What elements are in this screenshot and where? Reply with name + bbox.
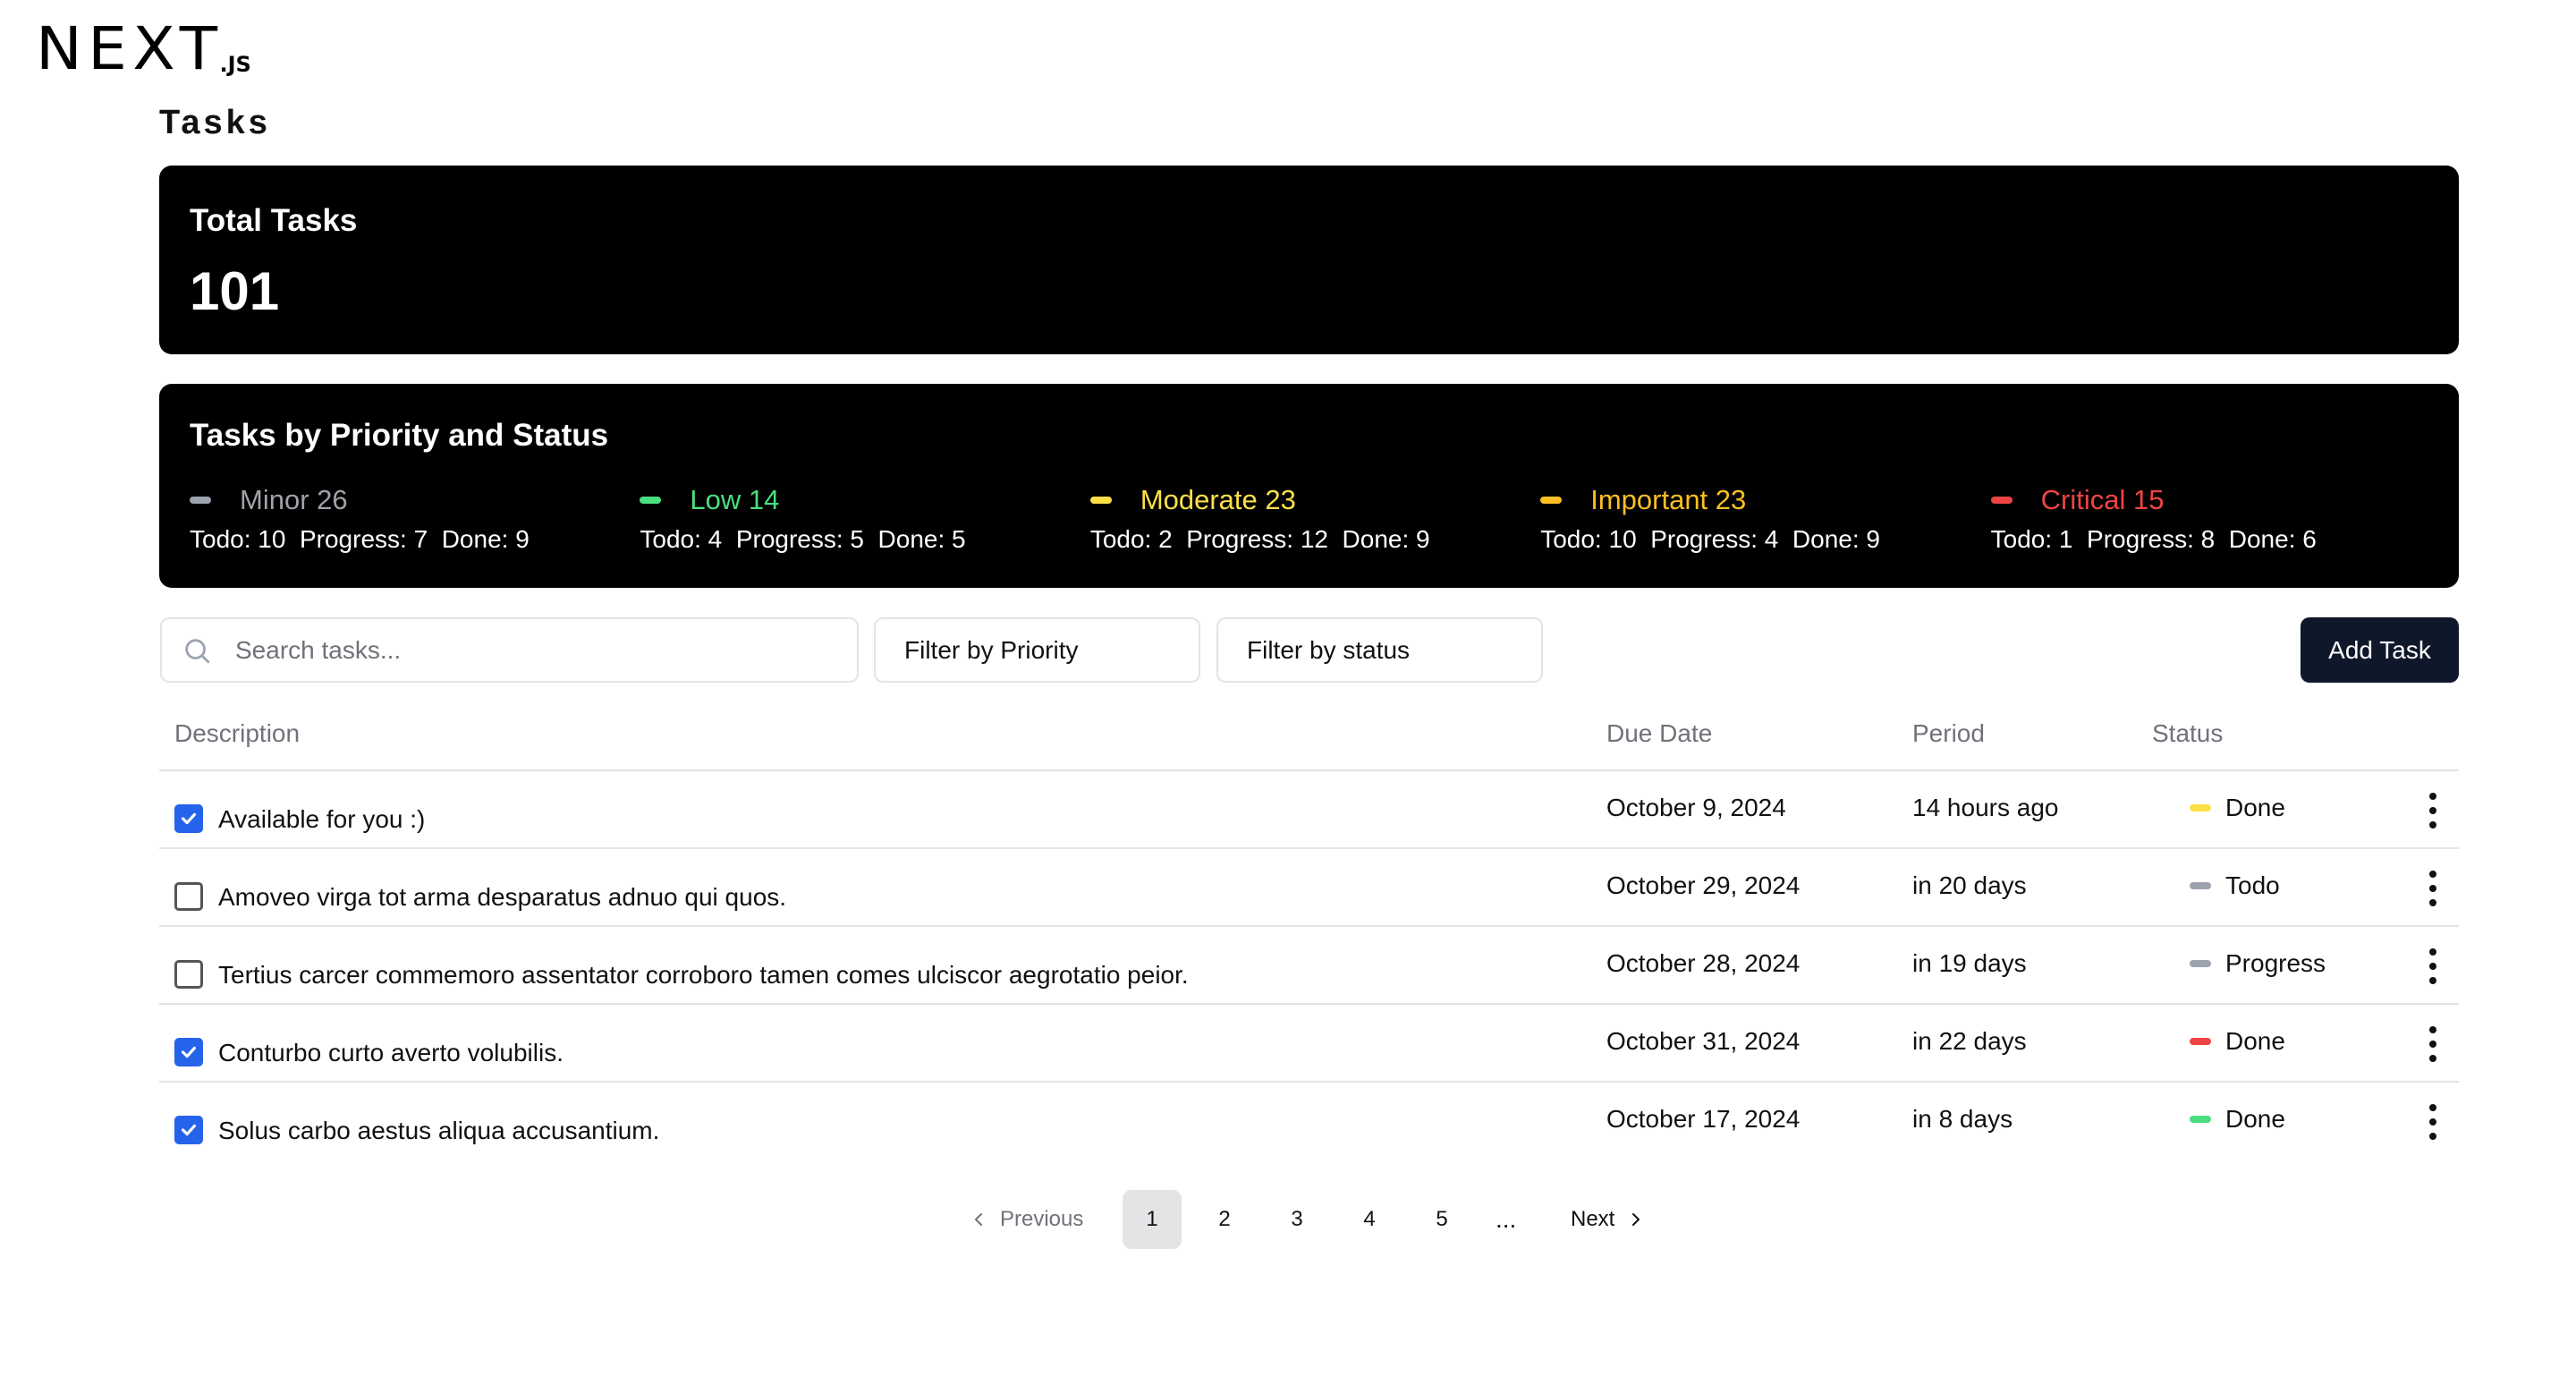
priority-stats: Todo: 10 Progress: 7 Done: 9 xyxy=(190,525,530,553)
search-box[interactable] xyxy=(160,617,859,683)
priority-important: Important 23 Todo: 10 Progress: 4 Done: … xyxy=(1540,480,1990,554)
column-header-due-date[interactable]: Due Date xyxy=(1606,719,1712,748)
task-status: Done xyxy=(2190,1105,2285,1134)
task-description: Tertius carcer commemoro assentator corr… xyxy=(218,961,1189,989)
task-status: Todo xyxy=(2190,871,2280,900)
row-checkbox[interactable] xyxy=(174,882,203,911)
priority-dash-icon xyxy=(2190,804,2211,811)
priority-critical: Critical 15 Todo: 1 Progress: 8 Done: 6 xyxy=(1990,480,2441,554)
check-icon xyxy=(181,1046,197,1058)
priority-dash-icon xyxy=(640,497,662,504)
priority-dash-icon xyxy=(1540,497,1563,504)
priority-label: Low 14 xyxy=(690,484,780,515)
task-period: in 8 days xyxy=(1912,1105,2013,1133)
task-status-label: Done xyxy=(2225,794,2285,821)
task-description: Amoveo virga tot arma desparatus adnuo q… xyxy=(218,883,787,911)
row-actions-menu-icon[interactable] xyxy=(2422,867,2444,910)
task-status-label: Done xyxy=(2225,1027,2285,1055)
search-icon xyxy=(185,638,210,663)
priority-dash-icon xyxy=(1990,497,2012,504)
task-due-date: October 31, 2024 xyxy=(1606,1027,1801,1055)
chevron-left-icon xyxy=(975,1213,982,1226)
total-tasks-value: 101 xyxy=(190,261,280,321)
row-checkbox[interactable] xyxy=(174,960,203,989)
logo-suffix: .JS xyxy=(219,52,251,77)
priority-minor: Minor 26 Todo: 10 Progress: 7 Done: 9 xyxy=(190,480,640,554)
row-checkbox[interactable] xyxy=(174,1116,203,1144)
check-icon xyxy=(181,812,197,825)
table-row[interactable]: Solus carbo aestus aliqua accusantium. Oc… xyxy=(159,1083,2459,1160)
priority-dash-icon xyxy=(2190,882,2211,889)
row-actions-menu-icon[interactable] xyxy=(2422,789,2444,832)
task-period: in 22 days xyxy=(1912,1027,2027,1055)
chevron-right-icon xyxy=(1632,1213,1640,1226)
pagination-page-4[interactable]: 4 xyxy=(1340,1190,1399,1249)
priority-dash-icon xyxy=(190,497,211,504)
row-actions-menu-icon[interactable] xyxy=(2422,945,2444,988)
row-checkbox[interactable] xyxy=(174,804,203,833)
row-actions-menu-icon[interactable] xyxy=(2422,1023,2444,1066)
pagination-page-5[interactable]: 5 xyxy=(1412,1190,1471,1249)
pagination-next[interactable]: Next xyxy=(1571,1190,1647,1249)
task-status: Done xyxy=(2190,794,2285,822)
priority-stats: Todo: 2 Progress: 12 Done: 9 xyxy=(1089,525,1430,553)
task-description: Available for you :) xyxy=(218,805,426,833)
task-status-label: Todo xyxy=(2225,871,2280,899)
pagination-page-1[interactable]: 1 xyxy=(1123,1190,1182,1249)
task-period: in 20 days xyxy=(1912,871,2027,899)
task-description: Solus carbo aestus aliqua accusantium. xyxy=(218,1117,660,1144)
filter-status-button[interactable]: Filter by status xyxy=(1216,617,1543,683)
total-tasks-title: Total Tasks xyxy=(190,203,358,238)
pagination-page-3[interactable]: 3 xyxy=(1267,1190,1326,1249)
page-title: Tasks xyxy=(159,104,271,141)
pagination-page-2[interactable]: 2 xyxy=(1195,1190,1254,1249)
column-header-period[interactable]: Period xyxy=(1912,719,1985,748)
priority-dash-icon xyxy=(2190,1116,2211,1123)
check-icon xyxy=(181,1124,197,1136)
task-status-label: Done xyxy=(2225,1105,2285,1133)
priority-dash-icon xyxy=(2190,960,2211,967)
task-due-date: October 28, 2024 xyxy=(1606,949,1801,977)
priority-moderate: Moderate 23 Todo: 2 Progress: 12 Done: 9 xyxy=(1089,480,1540,554)
priority-label: Critical 15 xyxy=(2040,484,2165,515)
search-input[interactable] xyxy=(235,635,817,665)
priority-stats: Todo: 10 Progress: 4 Done: 9 xyxy=(1540,525,1880,553)
priority-label: Important 23 xyxy=(1590,484,1747,515)
priority-label: Moderate 23 xyxy=(1140,484,1296,515)
task-description: Conturbo curto averto volubilis. xyxy=(218,1039,564,1066)
priority-dash-icon xyxy=(2190,1038,2211,1045)
task-due-date: October 9, 2024 xyxy=(1606,794,1786,821)
pagination-previous-label: Previous xyxy=(1000,1207,1084,1231)
task-period: 14 hours ago xyxy=(1912,794,2059,821)
task-status: Progress xyxy=(2190,949,2326,978)
priority-low: Low 14 Todo: 4 Progress: 5 Done: 5 xyxy=(640,480,1089,554)
task-due-date: October 29, 2024 xyxy=(1606,871,1801,899)
column-header-status[interactable]: Status xyxy=(2152,719,2223,748)
table-row[interactable]: Tertius carcer commemoro assentator corr… xyxy=(159,927,2459,1004)
row-actions-menu-icon[interactable] xyxy=(2422,1100,2444,1143)
pagination-next-label: Next xyxy=(1571,1207,1615,1231)
priority-dash-icon xyxy=(1089,497,1112,504)
pagination-ellipsis: ... xyxy=(1496,1205,1517,1233)
task-period: in 19 days xyxy=(1912,949,2027,977)
table-row[interactable]: Available for you :) October 9, 2024 14 ho… xyxy=(159,771,2459,848)
priority-status-card: Tasks by Priority and Status Minor 26 To… xyxy=(159,384,2459,588)
column-header-description[interactable]: Description xyxy=(174,719,300,748)
pagination-previous[interactable]: Previous xyxy=(968,1190,1083,1249)
priority-stats: Todo: 4 Progress: 5 Done: 5 xyxy=(640,525,966,553)
filter-priority-button[interactable]: Filter by Priority xyxy=(874,617,1200,683)
add-task-button[interactable]: Add Task xyxy=(2301,617,2459,683)
row-checkbox[interactable] xyxy=(174,1038,203,1066)
task-due-date: October 17, 2024 xyxy=(1606,1105,1801,1133)
total-tasks-card: Total Tasks 101 xyxy=(159,166,2459,354)
table-row[interactable]: Conturbo curto averto volubilis. October … xyxy=(159,1005,2459,1082)
task-status-label: Progress xyxy=(2225,949,2326,977)
task-status: Done xyxy=(2190,1027,2285,1056)
nextjs-logo: NEXT .JS xyxy=(36,20,251,79)
priority-status-title: Tasks by Priority and Status xyxy=(190,418,609,453)
priority-stats: Todo: 1 Progress: 8 Done: 6 xyxy=(1990,525,2317,553)
logo-wordmark: NEXT xyxy=(36,14,224,83)
priority-label: Minor 26 xyxy=(240,484,348,515)
table-row[interactable]: Amoveo virga tot arma desparatus adnuo q… xyxy=(159,849,2459,926)
